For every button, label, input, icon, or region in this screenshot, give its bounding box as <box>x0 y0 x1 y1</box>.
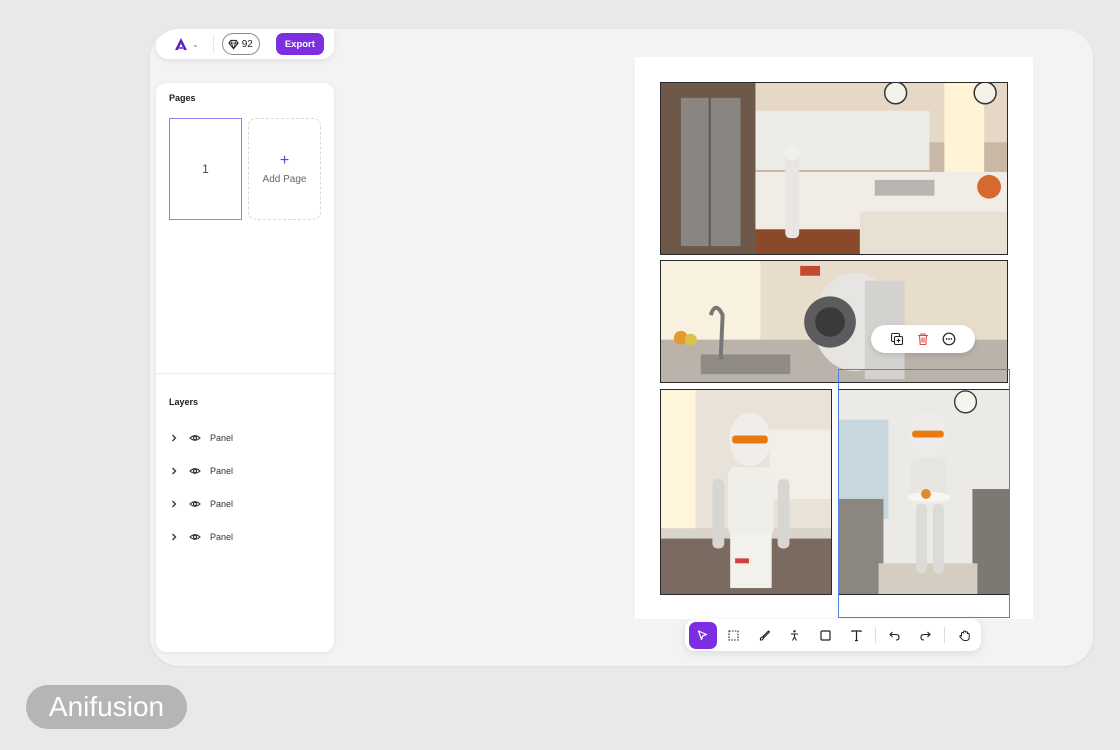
page-thumbnail[interactable]: 1 <box>169 118 242 220</box>
pages-heading: Pages <box>169 93 196 103</box>
chevron-right-icon[interactable] <box>169 466 179 476</box>
page-number: 1 <box>202 162 209 176</box>
plus-icon: + <box>279 151 290 169</box>
text-tool-button[interactable] <box>842 622 870 649</box>
layer-label: Panel <box>210 433 234 443</box>
panel-robot-closeup[interactable] <box>660 260 1008 383</box>
layer-row[interactable]: Panel <box>169 430 319 446</box>
eye-icon[interactable] <box>189 498 201 510</box>
brand-label: Anifusion <box>26 685 187 729</box>
chevron-right-icon[interactable] <box>169 532 179 542</box>
layer-label: Panel <box>210 532 234 542</box>
robot-closeup-image <box>661 261 1007 382</box>
hand-tool-button[interactable] <box>950 622 978 649</box>
panel-actions-menu <box>871 325 975 353</box>
marquee-tool-button[interactable] <box>720 622 748 649</box>
credits-badge[interactable]: 92 <box>221 33 260 55</box>
select-tool-button[interactable] <box>689 621 717 649</box>
kitchen-scene-image <box>661 83 1007 254</box>
add-page-label: Add Page <box>262 173 307 185</box>
redo-icon <box>920 631 931 641</box>
add-page-button[interactable]: + Add Page <box>248 118 321 220</box>
top-toolbar: ⌄ 92 Export <box>156 29 334 59</box>
brush-tool-button[interactable] <box>750 622 778 649</box>
select-icon <box>698 629 708 640</box>
rectangle-tool-button[interactable] <box>812 622 840 649</box>
diamond-icon <box>227 39 239 50</box>
undo-button[interactable] <box>881 622 909 649</box>
layer-row[interactable]: Panel <box>169 463 319 479</box>
undo-icon <box>889 631 900 641</box>
layer-row[interactable]: Panel <box>169 496 319 512</box>
chevron-right-icon[interactable] <box>169 433 179 443</box>
more-icon[interactable] <box>942 332 956 346</box>
layer-label: Panel <box>210 499 234 509</box>
tool-bar <box>685 619 981 651</box>
pose-tool-button[interactable] <box>781 622 809 649</box>
duplicate-icon[interactable] <box>890 332 904 346</box>
left-sidebar: Pages 1 + Add Page Layers Panel Panel Pa… <box>156 83 334 652</box>
divider <box>156 373 334 374</box>
eye-icon[interactable] <box>189 531 201 543</box>
app-window: ⌄ 92 Export Pages 1 + Add Page Layers Pa… <box>150 29 1093 666</box>
eye-icon[interactable] <box>189 465 201 477</box>
rectangle-icon <box>820 629 831 641</box>
divider <box>212 35 214 53</box>
export-button[interactable]: Export <box>275 33 324 55</box>
robot-standing-image <box>661 390 831 594</box>
pose-icon <box>791 629 799 641</box>
panel-robot-standing[interactable] <box>660 389 832 595</box>
credits-count: 92 <box>241 38 253 50</box>
redo-button[interactable] <box>912 622 940 649</box>
chevron-right-icon[interactable] <box>169 499 179 509</box>
chevron-down-icon[interactable]: ⌄ <box>192 40 199 49</box>
layers-heading: Layers <box>169 397 199 407</box>
selection-box[interactable] <box>838 369 1010 618</box>
eye-icon[interactable] <box>189 432 201 444</box>
text-icon <box>851 629 862 641</box>
layer-row[interactable]: Panel <box>169 529 319 545</box>
brush-icon <box>759 629 770 641</box>
marquee-icon <box>728 629 739 641</box>
trash-icon[interactable] <box>916 332 930 346</box>
divider <box>944 627 946 643</box>
divider <box>875 627 876 643</box>
layer-label: Panel <box>210 466 234 476</box>
hand-icon <box>958 629 970 641</box>
panel-kitchen-scene[interactable] <box>660 82 1008 255</box>
anifusion-logo-icon[interactable] <box>174 37 188 51</box>
